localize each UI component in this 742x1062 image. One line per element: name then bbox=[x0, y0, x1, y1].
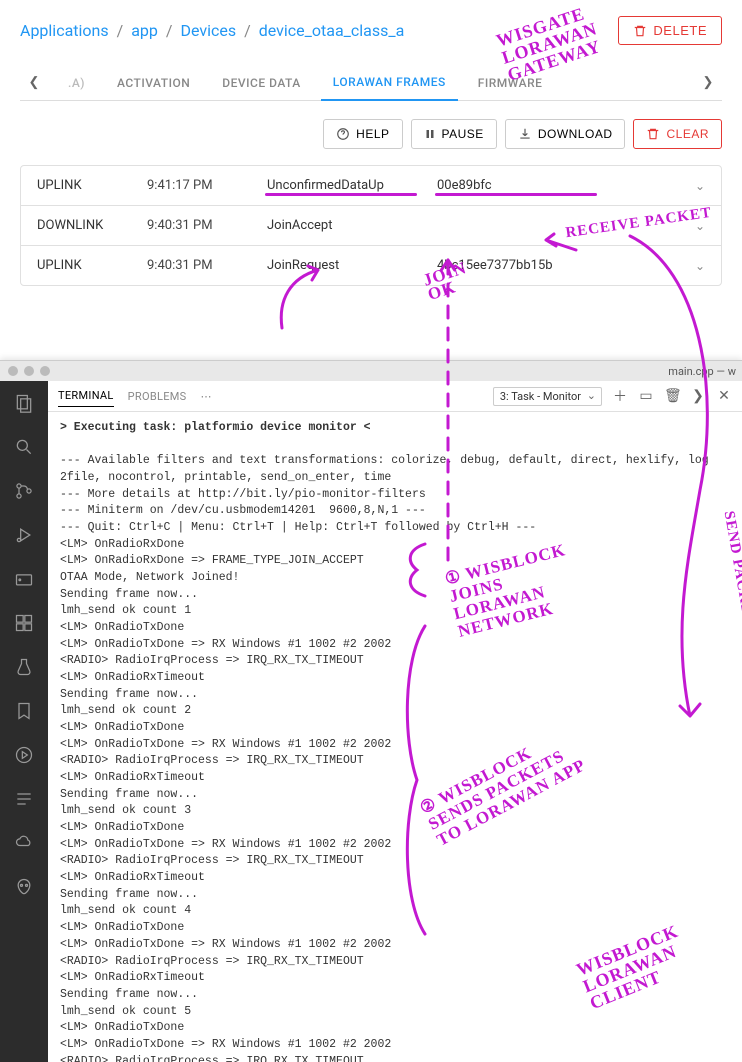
tab-device-data[interactable]: DEVICE DATA bbox=[210, 66, 313, 100]
frame-time: 9:40:31 PM bbox=[147, 258, 267, 273]
breadcrumb-link-applications[interactable]: Applications bbox=[20, 21, 109, 40]
tab-activation[interactable]: ACTIVATION bbox=[105, 66, 202, 100]
vscode-window: main.cpp — w TERMINAL PROBLEMS ⋯ 3: Task… bbox=[0, 360, 742, 1062]
breadcrumb-link-device-otaa[interactable]: device_otaa_class_a bbox=[259, 21, 405, 40]
breadcrumb: Applications / app / Devices / device_ot… bbox=[20, 21, 404, 40]
lorawan-app-panel: Applications / app / Devices / device_ot… bbox=[0, 0, 742, 286]
panel-more-icon[interactable]: ⋯ bbox=[201, 390, 212, 403]
frame-time: 9:41:17 PM bbox=[147, 178, 267, 193]
frame-type: UnconfirmedDataUp bbox=[267, 178, 437, 193]
split-terminal-icon[interactable]: ▭ bbox=[638, 388, 654, 404]
download-icon bbox=[518, 127, 532, 141]
traffic-light-zoom[interactable] bbox=[40, 366, 50, 376]
platformio-cloud-icon[interactable] bbox=[12, 831, 36, 855]
download-button-label: DOWNLOAD bbox=[538, 127, 613, 141]
help-button[interactable]: HELP bbox=[323, 119, 402, 149]
table-row[interactable]: UPLINK 9:41:17 PM UnconfirmedDataUp 00e8… bbox=[21, 166, 721, 206]
vscode-body: TERMINAL PROBLEMS ⋯ 3: Task - Monitor ＋ … bbox=[0, 381, 742, 1062]
delete-button-label: DELETE bbox=[653, 23, 707, 38]
chevron-down-icon[interactable]: ⌄ bbox=[675, 179, 705, 193]
frame-time: 9:40:31 PM bbox=[147, 218, 267, 233]
tab-lorawan-frames[interactable]: LORAWAN FRAMES bbox=[321, 65, 458, 101]
panel-tabs: TERMINAL PROBLEMS ⋯ 3: Task - Monitor ＋ … bbox=[48, 381, 742, 412]
traffic-light-close[interactable] bbox=[8, 366, 18, 376]
tab-fragment: .A) bbox=[56, 66, 97, 100]
traffic-light-minimize[interactable] bbox=[24, 366, 34, 376]
frame-direction: UPLINK bbox=[37, 258, 147, 273]
pause-button-label: PAUSE bbox=[442, 127, 484, 141]
pause-button[interactable]: PAUSE bbox=[411, 119, 497, 149]
run-icon[interactable] bbox=[12, 743, 36, 767]
table-row[interactable]: UPLINK 9:40:31 PM JoinRequest 4bc15ee737… bbox=[21, 246, 721, 285]
pause-icon bbox=[424, 128, 436, 140]
help-icon bbox=[336, 127, 350, 141]
clear-button-label: CLEAR bbox=[666, 127, 709, 141]
delete-button[interactable]: DELETE bbox=[618, 16, 722, 45]
tabs-scroll-right[interactable]: ❯ bbox=[694, 75, 722, 90]
table-row[interactable]: DOWNLINK 9:40:31 PM JoinAccept ⌄ bbox=[21, 206, 721, 246]
chevron-down-icon[interactable]: ⌄ bbox=[675, 259, 705, 273]
frames-table: UPLINK 9:41:17 PM UnconfirmedDataUp 00e8… bbox=[20, 165, 722, 286]
frame-extra: 00e89bfc bbox=[437, 178, 617, 193]
remote-icon[interactable] bbox=[12, 567, 36, 591]
frame-direction: UPLINK bbox=[37, 178, 147, 193]
debug-icon[interactable] bbox=[12, 523, 36, 547]
outline-icon[interactable] bbox=[12, 787, 36, 811]
search-icon[interactable] bbox=[12, 435, 36, 459]
breadcrumb-link-app[interactable]: app bbox=[131, 21, 158, 40]
trash-icon bbox=[633, 24, 647, 38]
new-terminal-icon[interactable]: ＋ bbox=[612, 386, 628, 406]
close-panel-icon[interactable]: ✕ bbox=[716, 388, 732, 404]
chevron-right-icon[interactable]: ❯ bbox=[690, 388, 706, 404]
platformio-alien-icon[interactable] bbox=[12, 875, 36, 899]
window-filename: main.cpp — w bbox=[668, 365, 736, 378]
frames-toolbar: HELP PAUSE DOWNLOAD CLEAR bbox=[20, 119, 722, 149]
frame-type: JoinRequest bbox=[267, 258, 437, 273]
help-button-label: HELP bbox=[356, 127, 389, 141]
terminal-output[interactable]: > Executing task: platformio device moni… bbox=[48, 412, 742, 1062]
download-button[interactable]: DOWNLOAD bbox=[505, 119, 626, 149]
chevron-down-icon[interactable]: ⌄ bbox=[675, 219, 705, 233]
clear-button[interactable]: CLEAR bbox=[633, 119, 722, 149]
frame-extra: 4bc15ee7377bb15b bbox=[437, 258, 617, 273]
test-icon[interactable] bbox=[12, 655, 36, 679]
explorer-icon[interactable] bbox=[12, 391, 36, 415]
extensions-icon[interactable] bbox=[12, 611, 36, 635]
breadcrumb-separator: / bbox=[117, 21, 124, 40]
terminal-task-select[interactable]: 3: Task - Monitor bbox=[493, 387, 602, 406]
panel-tab-problems[interactable]: PROBLEMS bbox=[128, 386, 187, 407]
bookmark-icon[interactable] bbox=[12, 699, 36, 723]
panel-tab-terminal[interactable]: TERMINAL bbox=[58, 385, 114, 407]
tabs-scroll-left[interactable]: ❮ bbox=[20, 75, 48, 90]
frame-type: JoinAccept bbox=[267, 218, 437, 233]
trash-icon bbox=[646, 127, 660, 141]
activity-bar bbox=[0, 381, 48, 1062]
window-titlebar: main.cpp — w bbox=[0, 361, 742, 381]
breadcrumb-row: Applications / app / Devices / device_ot… bbox=[20, 16, 722, 45]
panel-area: TERMINAL PROBLEMS ⋯ 3: Task - Monitor ＋ … bbox=[48, 381, 742, 1062]
tab-firmware[interactable]: FIRMWARE bbox=[466, 66, 555, 100]
source-control-icon[interactable] bbox=[12, 479, 36, 503]
kill-terminal-icon[interactable]: 🗑 bbox=[664, 388, 680, 404]
breadcrumb-separator: / bbox=[166, 21, 173, 40]
frame-direction: DOWNLINK bbox=[37, 218, 147, 233]
breadcrumb-link-devices[interactable]: Devices bbox=[181, 21, 237, 40]
device-tabs: ❮ .A) ACTIVATION DEVICE DATA LORAWAN FRA… bbox=[20, 65, 722, 101]
breadcrumb-separator: / bbox=[244, 21, 251, 40]
